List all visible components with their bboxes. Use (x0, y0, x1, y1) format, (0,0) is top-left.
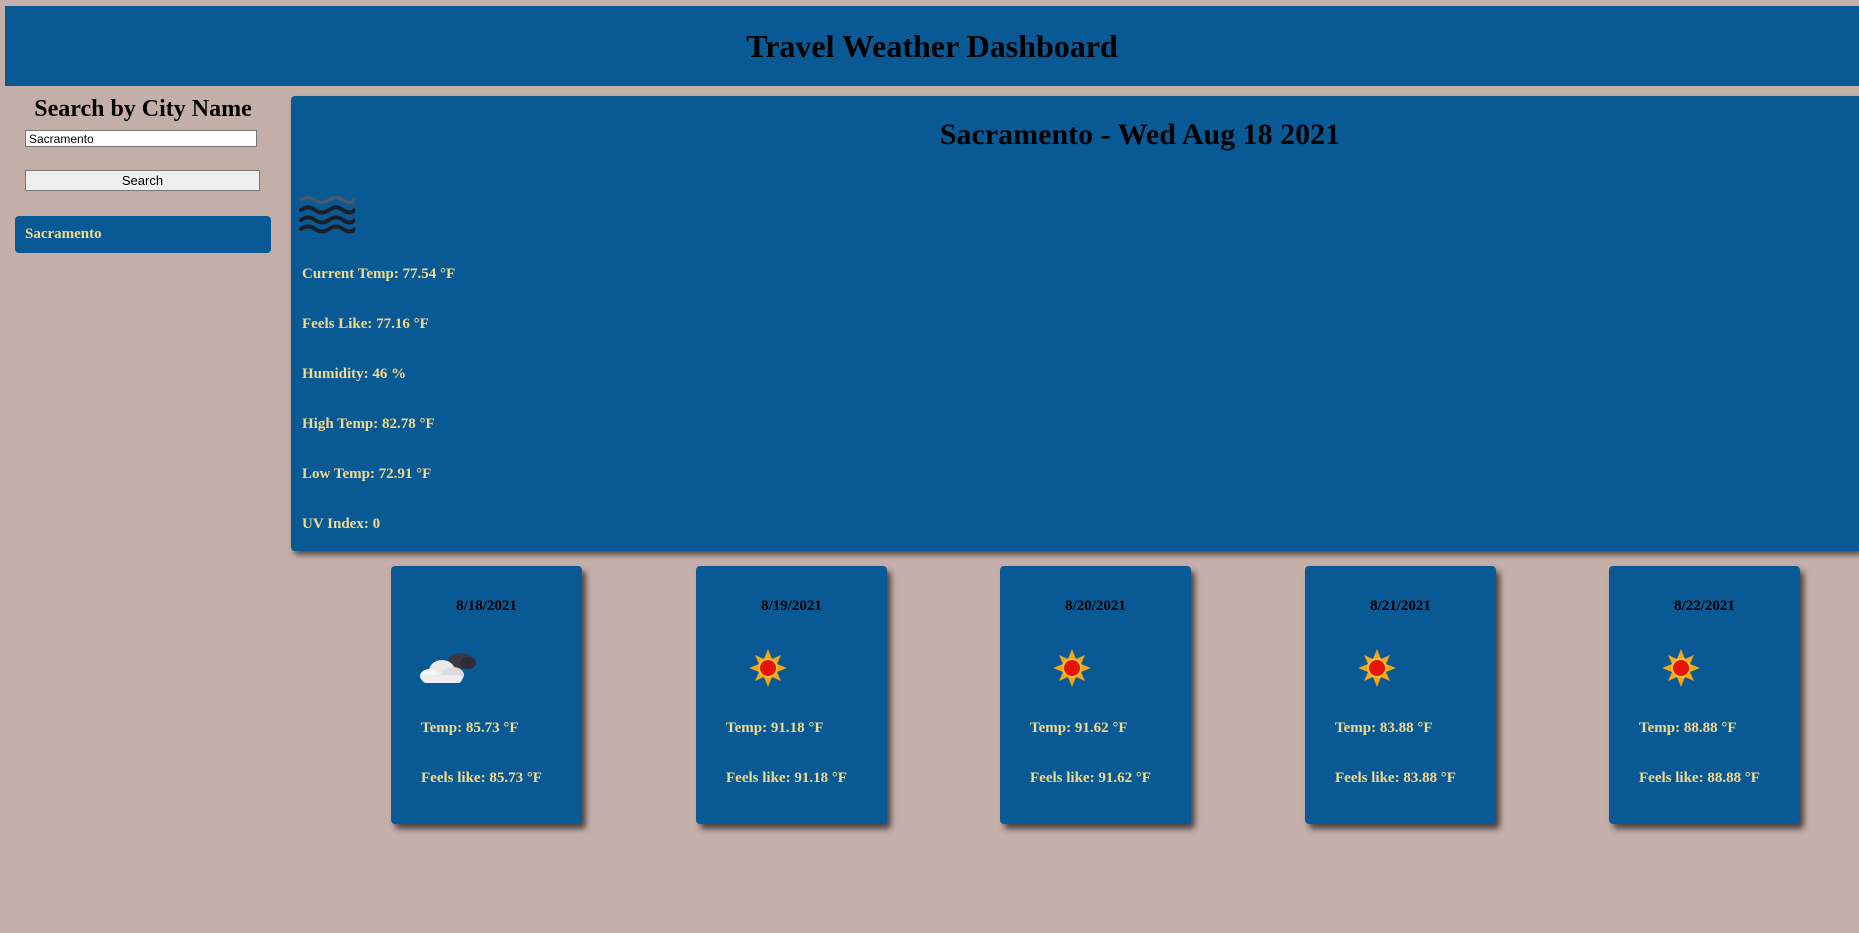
forecast-card: 8/21/2021 Temp: 83.88 °F Feels like: 83.… (1305, 566, 1496, 824)
current-weather-title: Sacramento - Wed Aug 18 2021 (939, 118, 1341, 151)
current-temp: Current Temp: 77.54 °F (302, 266, 456, 282)
app-header: Travel Weather Dashboard (5, 6, 1859, 86)
forecast-temp: Temp: 83.88 °F (1335, 720, 1433, 736)
forecast-date: 8/22/2021 (1674, 598, 1735, 614)
humidity: Humidity: 46 % (302, 366, 407, 382)
search-heading: Search by City Name (34, 96, 252, 122)
forecast-date: 8/18/2021 (456, 598, 517, 614)
forecast-temp: Temp: 88.88 °F (1639, 720, 1737, 736)
forecast-temp: Temp: 91.62 °F (1030, 720, 1128, 736)
forecast-feels-like: Feels like: 88.88 °F (1639, 770, 1760, 786)
partly-cloudy-icon (420, 653, 476, 683)
forecast-feels-like: Feels like: 83.88 °F (1335, 770, 1456, 786)
feels-like: Feels Like: 77.16 °F (302, 316, 429, 332)
forecast-temp: Temp: 85.73 °F (421, 720, 519, 736)
search-button[interactable]: Search (25, 170, 260, 191)
forecast-card: 8/18/2021 Temp: 85.73 °F Feels like: 85.… (391, 566, 582, 824)
high-temp: High Temp: 82.78 °F (302, 416, 435, 432)
sun-icon (1053, 649, 1091, 687)
forecast-date: 8/20/2021 (1065, 598, 1126, 614)
forecast-date: 8/19/2021 (761, 598, 822, 614)
sun-icon (1662, 649, 1700, 687)
sun-icon (749, 649, 787, 687)
sidebar: Search by City Name Search Sacramento (15, 96, 271, 253)
low-temp: Low Temp: 72.91 °F (302, 466, 432, 482)
page-title: Travel Weather Dashboard (746, 27, 1118, 64)
history-item-sacramento[interactable]: Sacramento (15, 216, 271, 253)
forecast-card: 8/22/2021 Temp: 88.88 °F Feels like: 88.… (1609, 566, 1800, 824)
forecast-feels-like: Feels like: 91.18 °F (726, 770, 847, 786)
city-search-input[interactable] (25, 130, 257, 147)
forecast-temp: Temp: 91.18 °F (726, 720, 824, 736)
sun-icon (1358, 649, 1396, 687)
forecast-date: 8/21/2021 (1370, 598, 1431, 614)
forecast-card: 8/19/2021 Temp: 91.18 °F Feels like: 91.… (696, 566, 887, 824)
forecast-feels-like: Feels like: 91.62 °F (1030, 770, 1151, 786)
mist-icon (299, 195, 355, 234)
uv-index: UV Index: 0 (302, 516, 381, 532)
current-weather-panel: Sacramento - Wed Aug 18 2021 Current Tem… (291, 96, 1859, 551)
forecast-feels-like: Feels like: 85.73 °F (421, 770, 542, 786)
forecast-card: 8/20/2021 Temp: 91.62 °F Feels like: 91.… (1000, 566, 1191, 824)
